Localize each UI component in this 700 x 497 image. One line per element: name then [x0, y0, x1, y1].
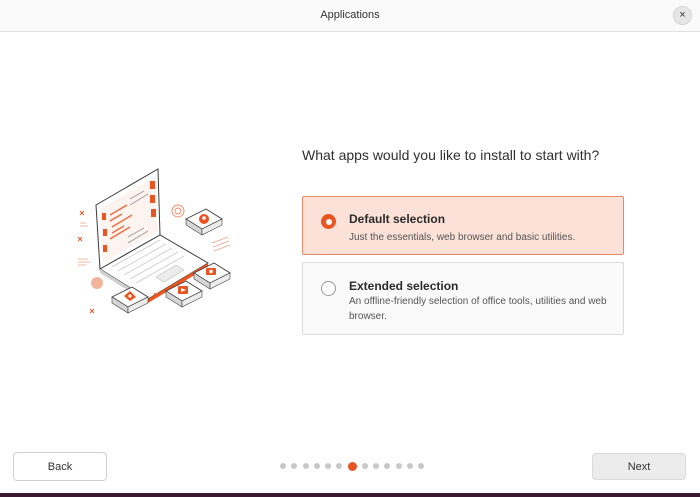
- next-button[interactable]: Next: [592, 453, 686, 480]
- title-bar: Applications ×: [0, 0, 700, 32]
- page-dot[interactable]: [325, 463, 332, 469]
- option-title: Extended selection: [349, 279, 459, 293]
- page-dot[interactable]: [336, 463, 343, 469]
- page-question: What apps would you like to install to s…: [302, 147, 600, 163]
- option-default-selection[interactable]: Default selection Just the essentials, w…: [302, 196, 624, 255]
- page-dot[interactable]: [395, 463, 402, 469]
- page-dot[interactable]: [418, 463, 425, 469]
- close-button[interactable]: ×: [673, 6, 692, 25]
- page-dot[interactable]: [384, 463, 391, 469]
- page-dot[interactable]: [302, 463, 309, 469]
- page-dot[interactable]: [406, 463, 413, 469]
- option-extended-selection[interactable]: Extended selection An offline-friendly s…: [302, 262, 624, 335]
- option-title: Default selection: [349, 212, 446, 226]
- radio-extended-selection[interactable]: [321, 281, 336, 296]
- page-dot[interactable]: [280, 463, 286, 469]
- page-dot[interactable]: [313, 463, 320, 469]
- page-indicator: [280, 461, 430, 471]
- page-dot[interactable]: [291, 463, 298, 469]
- option-description: Just the essentials, web browser and bas…: [349, 232, 576, 243]
- app-tile-1: [185, 208, 223, 236]
- page-dot[interactable]: [361, 463, 368, 469]
- window-title: Applications: [320, 9, 380, 21]
- option-description: An offline-friendly selection of office …: [349, 296, 607, 322]
- page-dot[interactable]: [373, 463, 380, 469]
- close-icon: ×: [679, 9, 686, 21]
- laptop-apps-illustration: [77, 168, 231, 314]
- page-dot-active[interactable]: [347, 461, 357, 471]
- desktop-edge: [0, 493, 700, 497]
- radio-default-selection[interactable]: [321, 214, 336, 229]
- back-button[interactable]: Back: [13, 452, 107, 481]
